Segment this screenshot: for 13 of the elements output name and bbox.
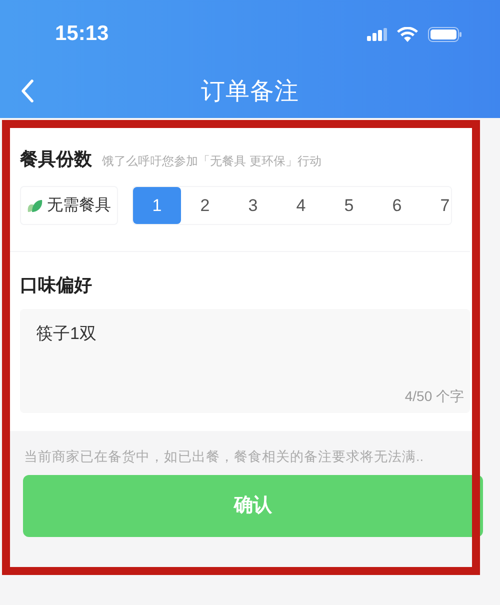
no-tableware-button[interactable]: 无需餐具 [20, 186, 118, 225]
leaf-icon [27, 198, 43, 212]
character-counter: 4/50 个字 [404, 387, 464, 406]
signal-icon [367, 28, 387, 40]
notice-text: 当前商家已在备货中，如已出餐，餐食相关的备注要求将无法满.. [24, 448, 425, 466]
back-icon[interactable] [20, 79, 34, 103]
section-title: 餐具份数 [20, 148, 92, 171]
wifi-icon [397, 26, 418, 42]
status-time: 15:13 [55, 21, 109, 48]
page-title: 订单备注 [200, 77, 300, 107]
section-title: 口味偏好 [20, 274, 93, 297]
section-subtitle: 饿了么呼吁您参加「无餐具 更环保」行动 [102, 153, 322, 170]
battery-icon [428, 26, 462, 42]
